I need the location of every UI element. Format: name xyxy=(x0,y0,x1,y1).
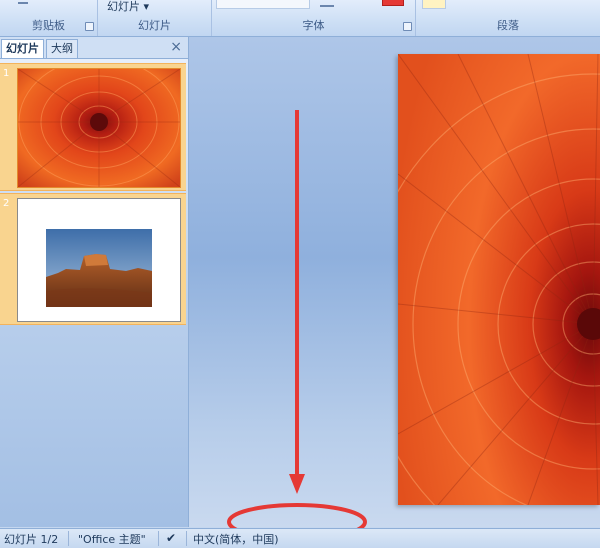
ribbon-control-stub[interactable] xyxy=(18,2,28,4)
slide-counter: 幻灯片 1/2 xyxy=(4,533,59,546)
divider xyxy=(186,531,187,546)
font-color-icon[interactable] xyxy=(382,0,404,6)
language-indicator[interactable]: 中文(简体，中国) xyxy=(193,531,279,547)
slide-thumbnail-1[interactable]: 1 xyxy=(0,57,186,191)
slide-thumbnail-2[interactable]: 2 xyxy=(0,193,186,325)
current-slide-canvas[interactable] xyxy=(362,53,600,548)
slide-dropdown[interactable]: 幻灯片 ▾ xyxy=(107,0,149,14)
clipboard-dialog-launcher-icon[interactable] xyxy=(85,22,94,31)
clipboard-group: 剪贴板 xyxy=(0,0,98,36)
pane-tabs: 幻灯片 大纲 × xyxy=(0,37,188,59)
slide-number: 1 xyxy=(3,68,10,79)
slide-thumbnail-list: 1 2 xyxy=(0,57,188,359)
spell-check-icon[interactable]: ✔ xyxy=(166,531,176,545)
divider xyxy=(68,531,69,546)
divider xyxy=(158,531,159,546)
slide-dropdown-label: 幻灯片 xyxy=(107,0,140,13)
tab-outline[interactable]: 大纲 xyxy=(46,39,78,58)
ribbon: 剪贴板 幻灯片 ▾ 幻灯片 字体 段落 xyxy=(0,0,600,37)
slide-1-preview xyxy=(17,57,181,188)
highlight-stub[interactable] xyxy=(422,0,446,9)
font-dialog-launcher-icon[interactable] xyxy=(403,22,412,31)
paragraph-group-label: 段落 xyxy=(497,19,519,32)
font-group: 字体 xyxy=(212,0,416,36)
chevron-down-icon: ▾ xyxy=(140,0,150,13)
slides-group-label: 幻灯片 xyxy=(138,19,171,32)
clipboard-group-label: 剪贴板 xyxy=(32,19,65,32)
theme-name[interactable]: "Office 主题" xyxy=(78,531,146,547)
font-dropdown-stub[interactable] xyxy=(216,0,310,9)
slides-pane: 幻灯片 大纲 × 1 2 xyxy=(0,37,189,527)
chrysanthemum-image xyxy=(17,57,181,188)
slides-group: 幻灯片 ▾ 幻灯片 xyxy=(98,0,212,36)
slide-editor-area[interactable] xyxy=(189,37,600,548)
status-bar: 幻灯片 1/2 "Office 主题" ✔ 中文(简体，中国) xyxy=(0,528,600,548)
paragraph-group: 段落 xyxy=(416,0,600,36)
desert-butte-image xyxy=(46,229,152,307)
tab-slides[interactable]: 幻灯片 xyxy=(1,39,44,58)
font-group-label: 字体 xyxy=(302,19,325,32)
slide-number: 2 xyxy=(3,198,10,209)
arrow-icon[interactable] xyxy=(320,0,334,7)
chrysanthemum-image xyxy=(362,53,600,548)
slide-2-preview xyxy=(17,198,181,322)
close-icon[interactable]: × xyxy=(170,39,182,55)
